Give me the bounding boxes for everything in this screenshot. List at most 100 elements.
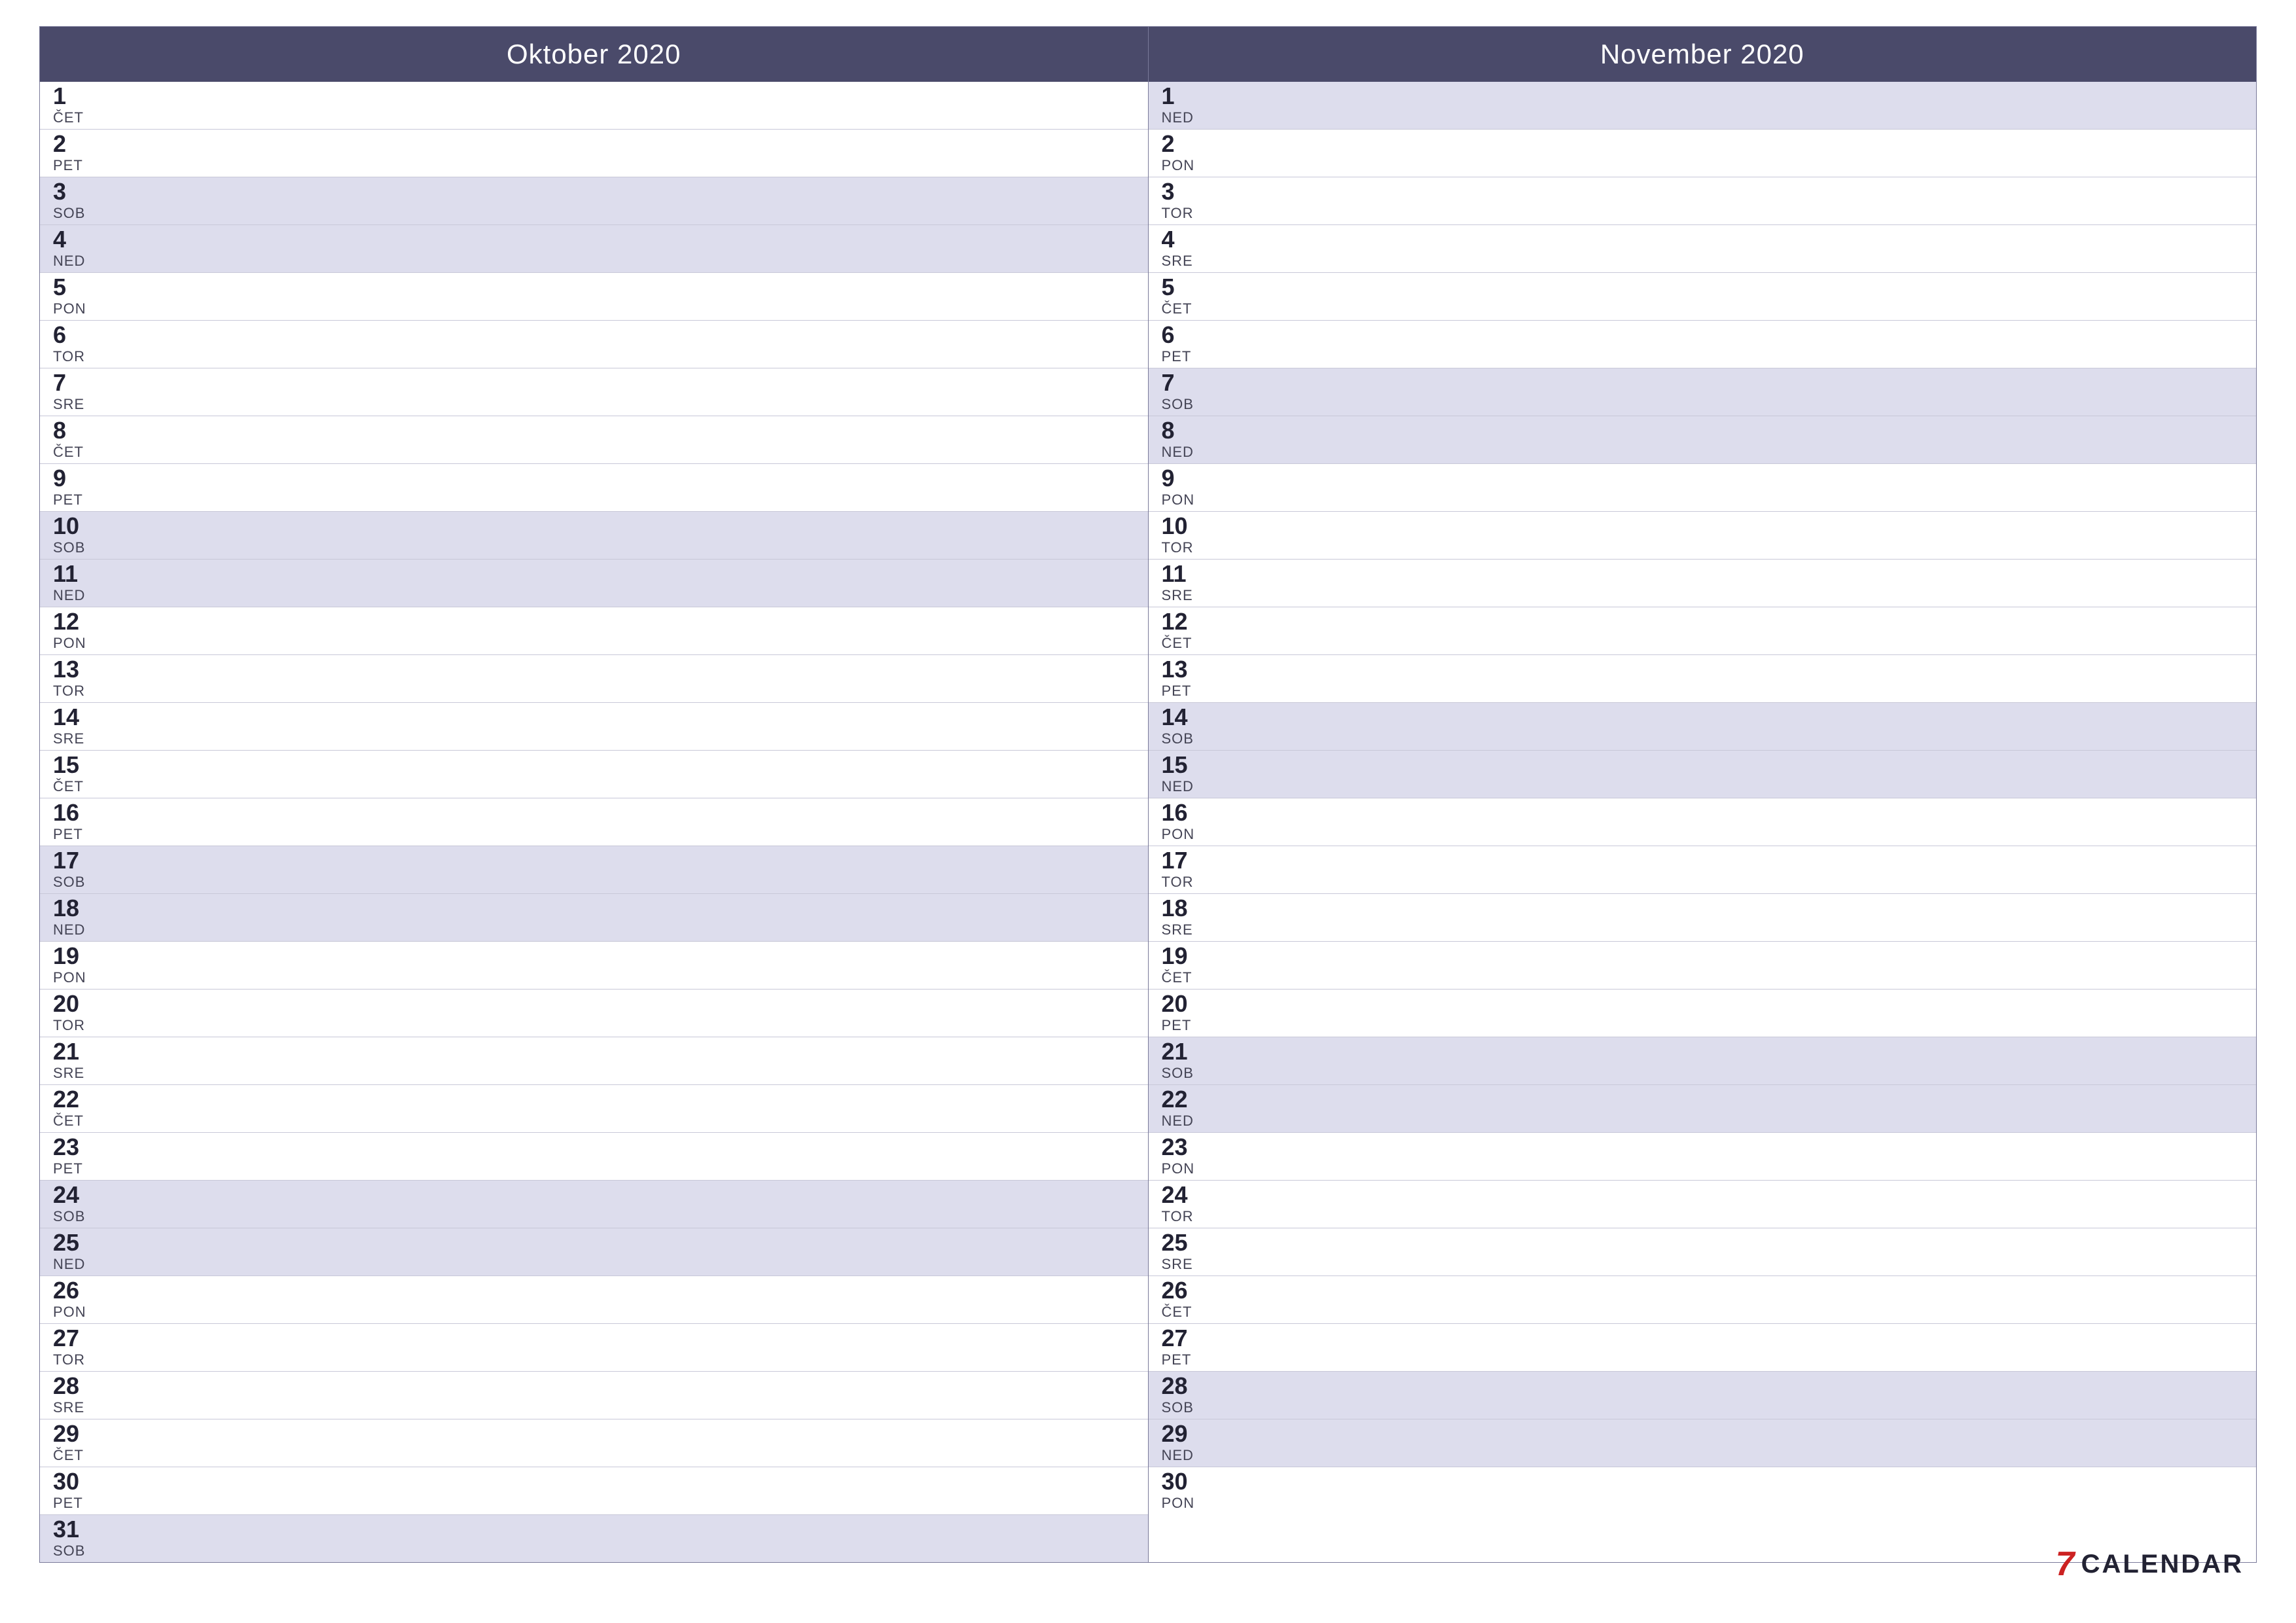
day-info: 13PET — [1162, 658, 1208, 700]
day-number: 13 — [53, 658, 99, 681]
day-name: SRE — [1162, 587, 1208, 604]
day-row: 20TOR — [40, 990, 1148, 1037]
day-info: 31SOB — [53, 1518, 99, 1560]
day-info: 15NED — [1162, 753, 1208, 795]
day-number: 26 — [1162, 1279, 1208, 1302]
day-info: 5PON — [53, 276, 99, 317]
day-info: 26PON — [53, 1279, 99, 1321]
day-number: 25 — [1162, 1231, 1208, 1255]
day-number: 2 — [53, 132, 99, 156]
day-number: 16 — [1162, 801, 1208, 825]
day-row: 6TOR — [40, 321, 1148, 368]
day-row: 25SRE — [1149, 1228, 2257, 1276]
day-row: 17SOB — [40, 846, 1148, 894]
day-number: 18 — [53, 897, 99, 920]
day-name: TOR — [53, 1017, 99, 1034]
day-row: 5PON — [40, 273, 1148, 321]
brand-number: 7 — [2056, 1544, 2075, 1584]
day-name: SOB — [1162, 1399, 1208, 1416]
day-info: 3TOR — [1162, 180, 1208, 222]
day-row: 21SRE — [40, 1037, 1148, 1085]
day-info: 9PON — [1162, 467, 1208, 508]
day-name: PON — [1162, 1495, 1208, 1512]
day-info: 21SRE — [53, 1040, 99, 1082]
day-number: 27 — [1162, 1327, 1208, 1350]
day-number: 26 — [53, 1279, 99, 1302]
day-number: 4 — [1162, 228, 1208, 251]
day-name: NED — [1162, 444, 1208, 461]
day-info: 20PET — [1162, 992, 1208, 1034]
day-info: 4NED — [53, 228, 99, 270]
day-name: PON — [53, 300, 99, 317]
day-row: 6PET — [1149, 321, 2257, 368]
day-name: PON — [1162, 491, 1208, 508]
day-info: 10TOR — [1162, 514, 1208, 556]
day-name: PET — [53, 1495, 99, 1512]
day-number: 27 — [53, 1327, 99, 1350]
day-row: 12ČET — [1149, 607, 2257, 655]
day-info: 6TOR — [53, 323, 99, 365]
day-name: NED — [1162, 1113, 1208, 1130]
day-info: 14SRE — [53, 705, 99, 747]
day-info: 23PET — [53, 1135, 99, 1177]
day-name: SRE — [53, 1399, 99, 1416]
day-number: 20 — [53, 992, 99, 1016]
day-info: 21SOB — [1162, 1040, 1208, 1082]
day-name: SRE — [53, 730, 99, 747]
day-name: ČET — [53, 1113, 99, 1130]
day-name: PET — [53, 1160, 99, 1177]
day-name: NED — [53, 921, 99, 938]
day-number: 10 — [1162, 514, 1208, 538]
day-info: 28SOB — [1162, 1374, 1208, 1416]
day-number: 22 — [53, 1088, 99, 1111]
day-name: SOB — [1162, 730, 1208, 747]
day-number: 1 — [1162, 84, 1208, 108]
day-info: 27PET — [1162, 1327, 1208, 1368]
day-row: 13 TOR — [40, 655, 1148, 703]
day-name: NED — [53, 587, 99, 604]
month-header-october-2020: Oktober 2020 — [40, 27, 1148, 82]
day-row: 16PET — [40, 798, 1148, 846]
day-row: 1NED — [1149, 82, 2257, 130]
day-info: 20TOR — [53, 992, 99, 1034]
day-row: 5ČET — [1149, 273, 2257, 321]
day-row: 28SRE — [40, 1372, 1148, 1419]
day-info: 26ČET — [1162, 1279, 1208, 1321]
day-name: TOR — [53, 348, 99, 365]
day-name: ČET — [1162, 635, 1208, 652]
day-row: 9PON — [1149, 464, 2257, 512]
day-name: TOR — [1162, 205, 1208, 222]
day-name: PET — [53, 491, 99, 508]
day-number: 30 — [1162, 1470, 1208, 1493]
month-column-october-2020: Oktober 20201ČET2PET3SOB4NED5PON6TOR7SRE… — [40, 27, 1149, 1562]
day-row: 4NED — [40, 225, 1148, 273]
day-info: 7SRE — [53, 371, 99, 413]
day-info: 14SOB — [1162, 705, 1208, 747]
day-row: 18NED — [40, 894, 1148, 942]
day-name: SOB — [1162, 396, 1208, 413]
day-info: 30 PON — [1162, 1470, 1208, 1512]
day-row: 19PON — [40, 942, 1148, 990]
day-info: 19PON — [53, 944, 99, 986]
day-row: 2PON — [1149, 130, 2257, 177]
day-number: 9 — [53, 467, 99, 490]
day-name: TOR — [53, 683, 99, 700]
day-row: 14SRE — [40, 703, 1148, 751]
day-number: 5 — [53, 276, 99, 299]
day-number: 17 — [1162, 849, 1208, 872]
day-row: 23PON — [1149, 1133, 2257, 1181]
day-number: 14 — [53, 705, 99, 729]
day-name: PET — [53, 157, 99, 174]
day-number: 23 — [53, 1135, 99, 1159]
day-info: 17TOR — [1162, 849, 1208, 891]
day-number: 15 — [1162, 753, 1208, 777]
day-row: 29ČET — [40, 1419, 1148, 1467]
day-row: 23PET — [40, 1133, 1148, 1181]
day-row: 4SRE — [1149, 225, 2257, 273]
day-number: 20 — [1162, 992, 1208, 1016]
day-info: 22 ČET — [53, 1088, 99, 1130]
day-row: 12PON — [40, 607, 1148, 655]
day-name: SOB — [53, 874, 99, 891]
day-row: 18SRE — [1149, 894, 2257, 942]
day-number: 29 — [53, 1422, 99, 1446]
